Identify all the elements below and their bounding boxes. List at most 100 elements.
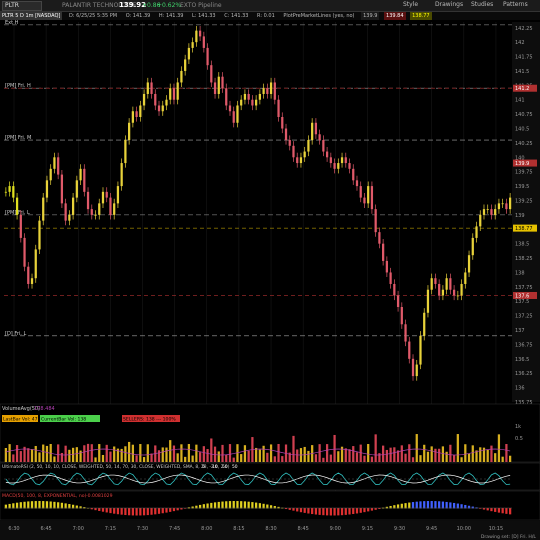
- macd-histogram-bar: [38, 501, 41, 509]
- candle-body: [277, 99, 280, 117]
- macd-histogram-bar: [116, 508, 120, 515]
- macd-histogram-bar: [131, 508, 134, 516]
- macd-histogram-bar: [251, 502, 254, 509]
- drawing-set-status: Drawing set: [D] Fri. H/L: [481, 534, 537, 540]
- macd-histogram-bar: [53, 501, 56, 509]
- macd-histogram-bar: [311, 508, 314, 515]
- macd-histogram-bar: [23, 501, 26, 509]
- time-tick-label: 8:00: [201, 526, 212, 532]
- macd-histogram-bar: [325, 508, 329, 516]
- macd-histogram-bar: [60, 502, 64, 509]
- macd-histogram-bar: [359, 508, 362, 513]
- volume-bar: [30, 449, 34, 462]
- volume-bar: [243, 445, 247, 462]
- macd-histogram-bar: [27, 501, 30, 509]
- candle-body: [438, 283, 441, 296]
- time-tick-label: 7:00: [73, 526, 84, 532]
- candle-body: [8, 186, 11, 192]
- candle-body: [142, 93, 146, 106]
- volume-bar: [64, 445, 67, 462]
- candle-body: [426, 289, 430, 313]
- candle-body: [213, 82, 217, 94]
- candle-body: [23, 237, 26, 267]
- time-tick-label: 8:15: [233, 526, 244, 532]
- candle-body: [247, 93, 250, 100]
- volume-bar: [38, 452, 41, 462]
- price-chart[interactable]: Ext H[PM] Fri. H[PM] Fri. M[PM] Fri. L[D…: [0, 0, 540, 540]
- price-tick-label: 138: [515, 270, 525, 276]
- volume-bar: [109, 451, 112, 462]
- macd-histogram-bar: [57, 502, 60, 509]
- volume-bar: [198, 452, 202, 462]
- volume-bar: [467, 453, 471, 462]
- volume-bar: [217, 451, 220, 462]
- candle-body: [90, 209, 93, 215]
- candle-body: [45, 180, 49, 198]
- macd-histogram-bar: [172, 508, 176, 512]
- volume-bar: [15, 445, 19, 462]
- volume-bar: [94, 457, 97, 462]
- volume-bar: [367, 444, 370, 462]
- price-tick-label: 140.25: [515, 141, 533, 147]
- candle-body: [266, 88, 269, 94]
- candle-body: [157, 105, 161, 112]
- macd-histogram-bar: [139, 508, 142, 516]
- macd-histogram-bar: [303, 508, 306, 513]
- macd-histogram-bar: [404, 503, 407, 509]
- time-tick-label: 7:30: [137, 526, 148, 532]
- candle-body: [240, 99, 243, 106]
- candle-body: [415, 364, 418, 377]
- macd-histogram-bar: [337, 508, 340, 516]
- candle-body: [385, 260, 388, 273]
- time-tick-label: 9:30: [394, 526, 405, 532]
- candle-body: [232, 111, 235, 123]
- candle-body: [86, 191, 90, 210]
- candle-body: [169, 88, 172, 100]
- price-tick-label: 140.75: [515, 112, 533, 118]
- candle-body: [187, 47, 191, 60]
- candle-body: [348, 163, 351, 169]
- volume-bar: [19, 451, 22, 462]
- volume-bar: [344, 448, 347, 462]
- macd-histogram-bar: [497, 508, 501, 513]
- volume-bar: [12, 454, 15, 462]
- volume-bar: [441, 446, 445, 462]
- macd-histogram-bar: [318, 508, 321, 515]
- volume-bar: [501, 456, 504, 462]
- volume-bar: [232, 457, 235, 462]
- macd-histogram-bar: [344, 508, 347, 515]
- candle-body: [176, 82, 179, 100]
- price-tick-label: 137.25: [515, 314, 533, 320]
- candle-body: [363, 197, 366, 204]
- candle-body: [34, 249, 37, 279]
- candle-body: [393, 283, 396, 296]
- candle-body: [452, 289, 456, 296]
- volume-bar: [378, 453, 381, 462]
- candle-body: [296, 157, 299, 164]
- macd-histogram-bar: [113, 508, 116, 514]
- volume-bar: [247, 450, 250, 462]
- volume-bar: [180, 444, 183, 462]
- macd-histogram-bar: [322, 508, 325, 516]
- volume-bar: [355, 452, 359, 462]
- volume-bar: [34, 445, 37, 462]
- price-badge-label: 141.2: [515, 86, 529, 92]
- volume-bar: [359, 444, 362, 462]
- volume-bar: [281, 456, 284, 462]
- volume-bar: [434, 448, 437, 462]
- volume-bar: [307, 450, 310, 462]
- price-tick-label: 137.75: [515, 285, 533, 291]
- macd-histogram-bar: [247, 501, 250, 509]
- candle-body: [344, 157, 347, 164]
- price-tick-label: 140.5: [515, 127, 529, 133]
- volume-bar: [228, 444, 232, 462]
- volume-bar: [191, 455, 194, 462]
- macd-histogram-bar: [288, 508, 291, 510]
- volume-bar: [83, 445, 86, 462]
- volume-bar: [363, 455, 366, 462]
- volume-bar: [456, 434, 459, 462]
- time-tick-label: 9:15: [362, 526, 373, 532]
- volume-bar: [165, 447, 168, 462]
- candle-body: [79, 168, 82, 181]
- candle-body: [146, 82, 149, 94]
